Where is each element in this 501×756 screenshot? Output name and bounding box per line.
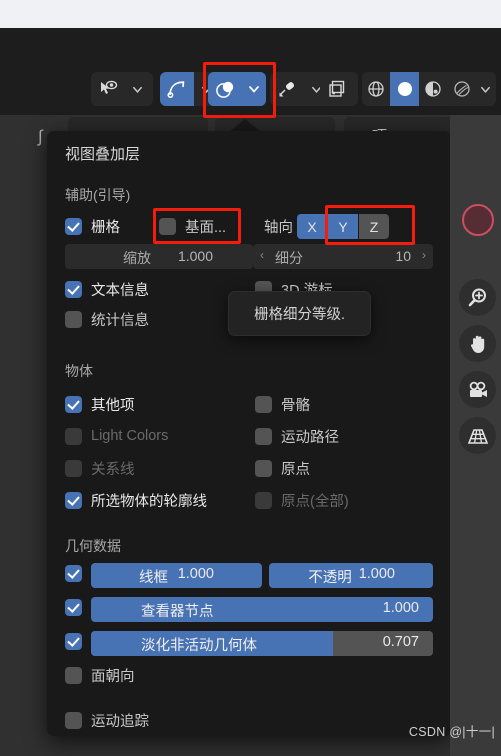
rendered-icon[interactable] — [447, 72, 475, 106]
material-preview-icon[interactable] — [419, 72, 447, 106]
cursor-eye-icon[interactable] — [91, 72, 125, 106]
bones-label: 骨骼 — [281, 397, 310, 414]
section-heading-guides: 辅助(引导) — [65, 187, 131, 203]
screenshot-root: 项 ∫ — [0, 0, 501, 756]
section-heading-object: 物体 — [65, 363, 93, 379]
axis-button-x[interactable]: X — [297, 214, 327, 239]
overlays-icon[interactable] — [208, 72, 242, 106]
fade-inactive-checkbox[interactable] — [65, 633, 82, 650]
tooltip-text: 栅格细分等级. — [253, 307, 346, 323]
visibility-chevron-down-icon[interactable] — [125, 72, 149, 106]
motion-tracking-label: 运动追踪 — [91, 713, 149, 730]
toolbar-group-overlays — [208, 72, 266, 106]
checkbox-row-extras[interactable]: 其他项 — [65, 393, 135, 415]
camera-icon[interactable] — [459, 371, 496, 408]
opacity-value: 1.000 — [358, 566, 395, 582]
wireframe-value: 1.000 — [177, 566, 214, 582]
opacity-slider[interactable]: 不透明 1.000 — [269, 563, 433, 588]
light-colors-label: Light Colors — [91, 428, 169, 444]
shading-chevron-down-icon[interactable] — [476, 72, 496, 106]
wireframe-globe-icon[interactable] — [362, 72, 390, 106]
grid-checkbox[interactable] — [65, 217, 82, 235]
checkbox-row-bones[interactable]: 骨骼 — [255, 393, 310, 415]
checkbox-row-relationship-lines[interactable]: 关系线 — [65, 457, 135, 479]
toolbar-group-visibility — [91, 72, 153, 106]
section-heading-geometry: 几何数据 — [65, 538, 121, 554]
pan-hand-icon[interactable] — [459, 325, 496, 362]
extras-checkbox[interactable] — [65, 395, 82, 413]
wireframe-checkbox[interactable] — [65, 565, 82, 582]
text-info-label: 文本信息 — [91, 282, 149, 299]
axis-button-z: Z — [359, 214, 389, 239]
light-colors-checkbox[interactable] — [65, 427, 82, 445]
checkbox-row-motion-tracking[interactable]: 运动追踪 — [65, 709, 149, 731]
checkbox-row-motion-paths[interactable]: 运动路径 — [255, 425, 339, 447]
viewer-node-slider[interactable]: 查看器节点 1.000 — [91, 597, 433, 622]
motion-paths-label: 运动路径 — [281, 429, 339, 446]
opacity-label: 不透明 — [308, 570, 352, 586]
origins-label: 原点 — [281, 461, 310, 478]
statistics-label: 统计信息 — [91, 312, 149, 329]
origins-all-label: 原点(全部) — [281, 493, 349, 510]
grid-perspective-icon[interactable] — [459, 417, 496, 454]
relationship-lines-label: 关系线 — [91, 461, 135, 478]
view-overlays-popup: 视图叠加层 辅助(引导) 栅格 基面... 轴向 X Y Z 缩放 1.000 … — [47, 131, 451, 736]
grid-label: 栅格 — [91, 219, 120, 236]
fade-inactive-slider[interactable]: 淡化非活动几何体 0.707 — [91, 631, 433, 656]
face-orientation-label: 面朝向 — [91, 668, 135, 685]
page-top-strip — [0, 0, 501, 28]
checkbox-row-outline-selected[interactable]: 所选物体的轮廓线 — [65, 489, 207, 511]
face-orientation-checkbox[interactable] — [65, 666, 82, 684]
solid-sphere-icon[interactable] — [390, 72, 419, 106]
bones-checkbox[interactable] — [255, 395, 272, 413]
statistics-checkbox[interactable] — [65, 310, 82, 328]
viewport-toolbar — [0, 66, 501, 112]
axes-label: 轴向 — [264, 220, 293, 236]
motion-tracking-checkbox[interactable] — [65, 711, 82, 729]
grid-subdivision-value: 10 — [395, 248, 411, 264]
text-info-checkbox[interactable] — [65, 280, 82, 298]
header-glyph-icon: ∫ — [38, 127, 43, 146]
wireframe-slider[interactable]: 线框 1.000 — [91, 563, 262, 588]
subdivision-decrement-icon[interactable]: ‹ — [260, 248, 264, 262]
subdivision-increment-icon[interactable]: › — [422, 248, 426, 262]
render-region-icon[interactable] — [320, 72, 354, 106]
grid-scale-label: 缩放 — [123, 250, 151, 266]
outline-selected-label: 所选物体的轮廓线 — [91, 493, 207, 510]
floor-checkbox[interactable] — [159, 217, 176, 235]
checkbox-row-text-info[interactable]: 文本信息 — [65, 278, 149, 300]
grid-scale-value: 1.000 — [177, 248, 213, 264]
axis-button-y[interactable]: Y — [328, 214, 358, 239]
overlays-chevron-down-icon[interactable] — [242, 72, 266, 106]
panel-title: 视图叠加层 — [65, 146, 141, 163]
checkbox-row-origins-all: 原点(全部) — [255, 489, 349, 511]
xray-icon[interactable] — [270, 72, 304, 106]
wireframe-label: 线框 — [139, 570, 168, 586]
fade-inactive-value: 0.707 — [382, 634, 419, 650]
motion-paths-checkbox[interactable] — [255, 427, 272, 445]
outline-selected-checkbox[interactable] — [65, 491, 82, 509]
origins-all-checkbox — [255, 491, 272, 509]
checkbox-row-face-orientation[interactable]: 面朝向 — [65, 664, 135, 686]
checkbox-row-floor[interactable]: 基面... — [159, 215, 226, 237]
checkbox-row-grid[interactable]: 栅格 — [65, 215, 120, 237]
zoom-icon[interactable] — [459, 279, 496, 316]
tooltip-grid-subdivision: 栅格细分等级. — [228, 291, 371, 336]
viewer-node-value: 1.000 — [382, 600, 419, 616]
navigation-gizmo[interactable] — [462, 204, 494, 236]
extras-label: 其他项 — [91, 397, 135, 414]
grid-subdivision-field[interactable]: ‹ 细分 10 › — [253, 244, 433, 269]
origins-checkbox[interactable] — [255, 459, 272, 477]
checkbox-row-statistics[interactable]: 统计信息 — [65, 308, 149, 330]
toolbar-group-render-region — [320, 72, 358, 106]
grid-scale-field[interactable]: 缩放 1.000 — [65, 244, 253, 269]
watermark: CSDN @|十一| — [408, 725, 495, 739]
viewer-node-checkbox[interactable] — [65, 599, 82, 616]
toolbar-group-shading — [362, 72, 496, 106]
floor-label: 基面... — [185, 219, 227, 236]
checkbox-row-light-colors[interactable]: Light Colors — [65, 425, 168, 447]
relationship-lines-checkbox[interactable] — [65, 459, 82, 477]
checkbox-row-origins[interactable]: 原点 — [255, 457, 310, 479]
snap-magnet-icon[interactable] — [160, 72, 194, 106]
